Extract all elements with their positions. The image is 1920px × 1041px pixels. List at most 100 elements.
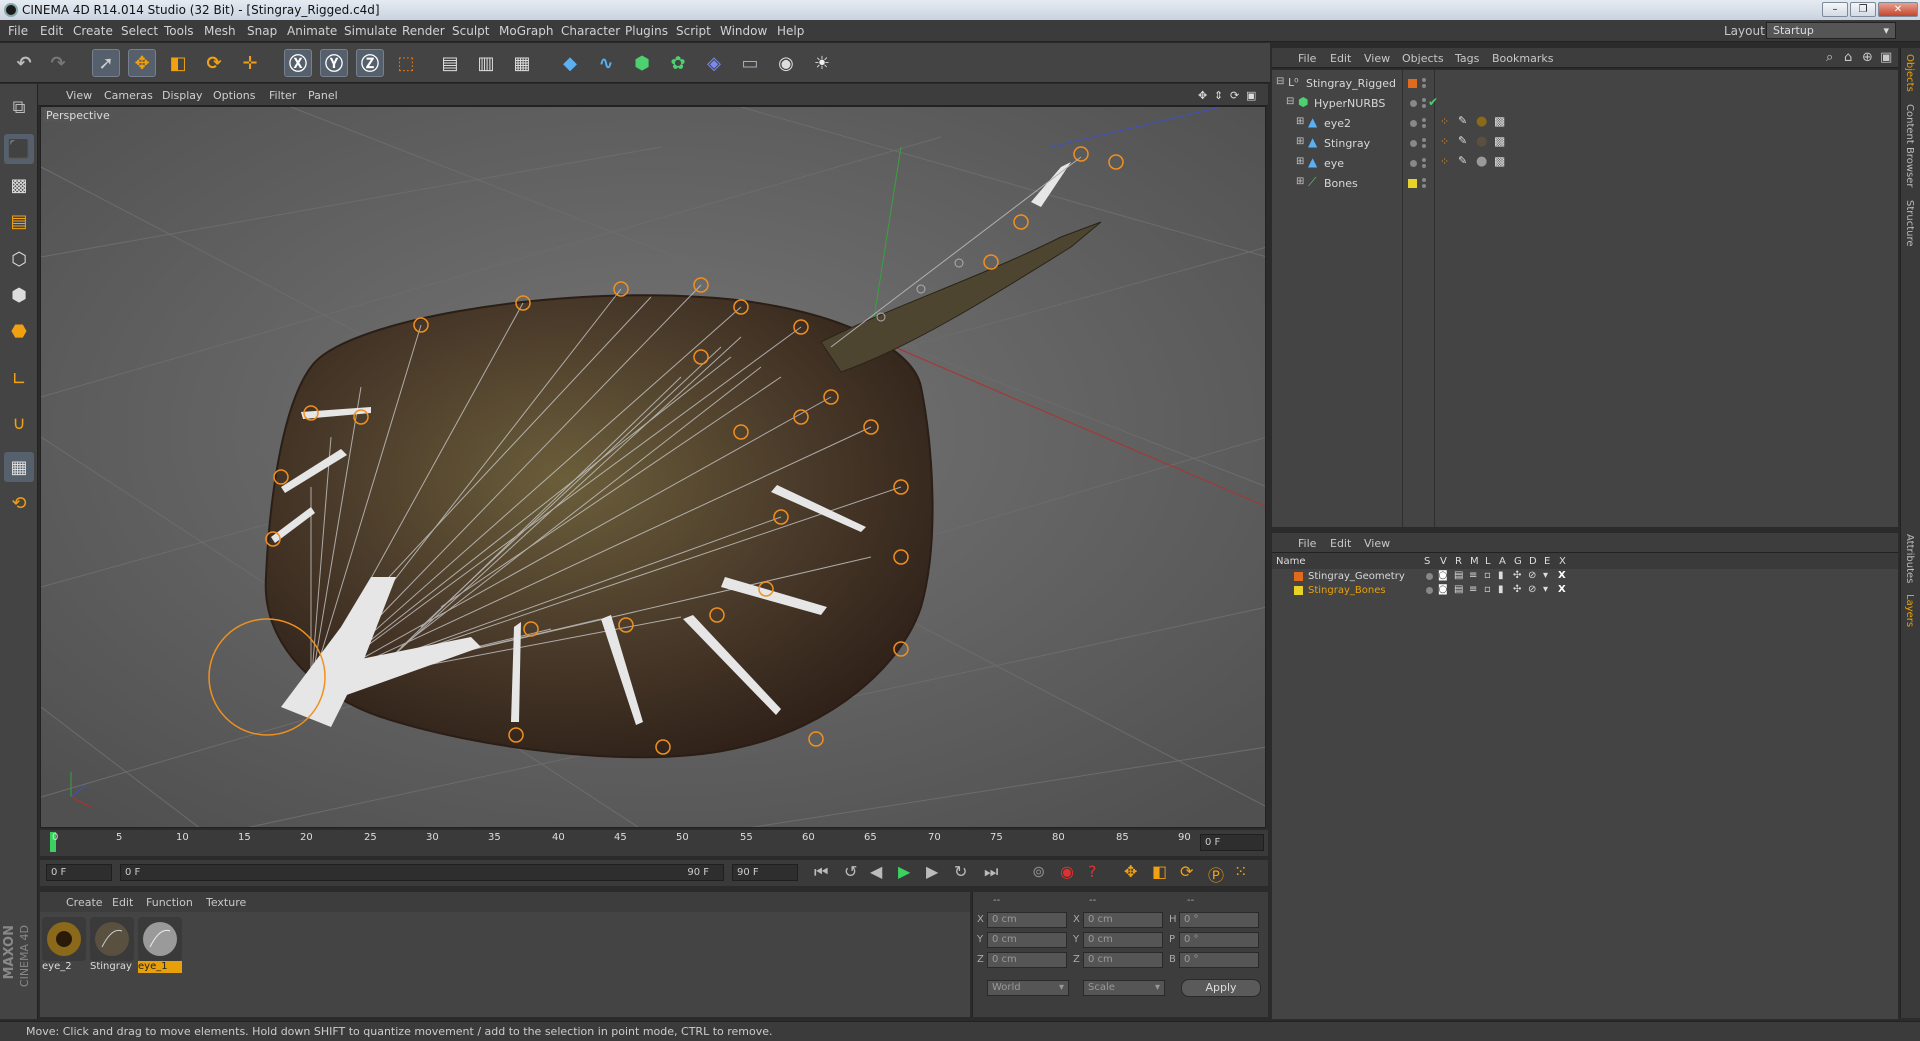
viewport-menu-panel[interactable]: Panel (308, 89, 338, 102)
close-button[interactable]: ✕ (1878, 2, 1918, 17)
object-menu-view[interactable]: View (1364, 52, 1390, 65)
menu-tools[interactable]: Tools (164, 24, 194, 38)
next-frame-icon[interactable]: ▶ (926, 862, 938, 881)
coordinate-system-select[interactable]: World ▾ (987, 980, 1069, 996)
object-row-bones[interactable]: ⊞ ⟋ Bones (1272, 174, 1898, 193)
y-axis-lock-icon[interactable]: Ⓨ (320, 49, 348, 77)
rotate-icon[interactable]: ⟳ (200, 49, 228, 77)
layer-menu-view[interactable]: View (1364, 537, 1390, 550)
menu-edit[interactable]: Edit (40, 24, 63, 38)
size-y-field[interactable]: 0 cm (1083, 932, 1163, 948)
search-icon[interactable]: ⌕ (1826, 50, 1833, 65)
material-tag-icon[interactable]: ● (1476, 154, 1487, 169)
scale-icon[interactable]: ◧ (164, 49, 192, 77)
array-icon[interactable]: ✿ (664, 49, 692, 77)
render-toggle-icon[interactable]: ▤ (1454, 584, 1463, 595)
model-mode-icon[interactable]: ⬛ (4, 134, 34, 164)
layout-select[interactable]: Startup ▾ (1766, 22, 1896, 39)
expand-icon[interactable]: ⊞ (1296, 176, 1304, 187)
viewport-menu-display[interactable]: Display (162, 89, 203, 102)
manager-toggle-icon[interactable]: ≡ (1469, 570, 1477, 581)
rot-h-field[interactable]: 0 ° (1179, 912, 1259, 928)
render-visibility-dot[interactable] (1422, 84, 1426, 88)
layer-color-swatch[interactable] (1294, 586, 1303, 595)
deformer-toggle-icon[interactable]: ⊘ (1528, 570, 1536, 581)
weight-tag-icon[interactable]: ⁘ (1440, 115, 1449, 128)
menu-script[interactable]: Script (676, 24, 711, 38)
tab-attributes[interactable]: Attributes (1904, 534, 1915, 583)
render-view-icon[interactable]: ▤ (436, 49, 464, 77)
expression-toggle-icon[interactable]: ▾ (1543, 584, 1548, 595)
menu-window[interactable]: Window (720, 24, 767, 38)
edges-mode-icon[interactable]: ⬢ (4, 280, 34, 310)
layer-color-swatch[interactable] (1408, 179, 1417, 188)
material-eye-2[interactable]: eye_2 (42, 917, 86, 973)
start-frame-field[interactable]: 0 F (46, 864, 112, 881)
menu-character[interactable]: Character (561, 24, 620, 38)
texture-mode-icon[interactable]: ▩ (4, 170, 34, 200)
menu-mograph[interactable]: MoGraph (499, 24, 554, 38)
menu-snap[interactable]: Snap (247, 24, 277, 38)
layer-row-stingray-geometry[interactable]: Stingray_Geometry ◙ ▤ ≡ ▫ ▮ ✣ ⊘ ▾ X (1272, 570, 1898, 584)
manager-toggle-icon[interactable]: ≡ (1469, 584, 1477, 595)
deformer-toggle-icon[interactable]: ⊘ (1528, 584, 1536, 595)
viewport-camera-label[interactable]: Perspective (44, 109, 112, 122)
enabled-check-icon[interactable]: ✔ (1428, 95, 1438, 109)
size-x-field[interactable]: 0 cm (1083, 912, 1163, 928)
rot-b-field[interactable]: 0 ° (1179, 952, 1259, 968)
view-toggle-icon[interactable]: ◙ (1438, 570, 1448, 581)
render-visibility-dot[interactable] (1422, 184, 1426, 188)
object-row-eye2[interactable]: ⊞ ▲ eye2 ⁘ ✎ ● ▩ (1272, 114, 1898, 133)
generator-toggle-icon[interactable]: ✣ (1513, 584, 1521, 595)
live-selection-icon[interactable]: ➚ (92, 49, 120, 77)
next-key-icon[interactable]: ↻ (954, 862, 967, 881)
x-axis-lock-icon[interactable]: Ⓧ (284, 49, 312, 77)
collapse-icon[interactable]: ⊟ (1276, 76, 1284, 87)
menu-select[interactable]: Select (121, 24, 158, 38)
material-tag-icon[interactable]: ● (1476, 114, 1487, 129)
animation-toggle-icon[interactable]: ▮ (1498, 570, 1504, 581)
3d-viewport[interactable]: Perspective (40, 106, 1266, 828)
material-menu-edit[interactable]: Edit (112, 896, 133, 909)
menu-plugins[interactable]: Plugins (625, 24, 668, 38)
undo-icon[interactable]: ↶ (10, 49, 38, 77)
new-view-icon[interactable]: ⊕ (1862, 50, 1873, 65)
tab-content-browser[interactable]: Content Browser (1904, 104, 1915, 187)
viewport-navigate-icon[interactable]: ✥ (1198, 89, 1207, 102)
expand-icon[interactable]: ⊞ (1296, 156, 1304, 167)
render-visibility-dot[interactable] (1422, 124, 1426, 128)
menu-animate[interactable]: Animate (287, 24, 337, 38)
subdivision-surface-icon[interactable]: ⬢ (628, 49, 656, 77)
key-scale-icon[interactable]: ◧ (1152, 862, 1167, 881)
deformer-icon[interactable]: ◈ (700, 49, 728, 77)
material-menu-function[interactable]: Function (146, 896, 193, 909)
editor-visibility-dot[interactable] (1422, 78, 1426, 82)
light-icon[interactable]: ☀ (808, 49, 836, 77)
pos-x-field[interactable]: 0 cm (987, 912, 1067, 928)
key-rotation-icon[interactable]: ⟳ (1180, 862, 1193, 881)
object-menu-edit[interactable]: Edit (1330, 52, 1351, 65)
viewport-menu-cameras[interactable]: Cameras (104, 89, 153, 102)
layer-menu-edit[interactable]: Edit (1330, 537, 1351, 550)
object-row-stingray-rigged[interactable]: ⊟ L⁰ Stingray_Rigged (1272, 74, 1898, 93)
go-to-start-icon[interactable]: ⏮ (814, 862, 828, 882)
move-icon[interactable]: ✥ (128, 49, 156, 77)
object-menu-tags[interactable]: Tags (1455, 52, 1479, 65)
render-picture-viewer-icon[interactable]: ▥ (472, 49, 500, 77)
viewport-menu-options[interactable]: Options (213, 89, 255, 102)
material-tag-icon[interactable]: ● (1476, 134, 1487, 149)
size-mode-select[interactable]: Scale ▾ (1083, 980, 1165, 996)
apply-button[interactable]: Apply (1181, 979, 1261, 997)
minimize-button[interactable]: – (1822, 2, 1848, 17)
home-icon[interactable]: ⌂ (1844, 50, 1852, 65)
object-row-hypernurbs[interactable]: ⊟ ⬢ HyperNURBS ✔ (1272, 94, 1898, 113)
layer-dot[interactable] (1410, 160, 1417, 167)
viewport-rotate-icon[interactable]: ⟳ (1230, 89, 1239, 102)
material-stingray[interactable]: Stingray (90, 917, 134, 973)
solo-toggle[interactable] (1426, 573, 1433, 580)
lock-toggle-icon[interactable]: ▫ (1484, 584, 1491, 595)
viewport-zoom-icon[interactable]: ⇕ (1214, 89, 1223, 102)
auto-keying-icon[interactable]: ◉ (1060, 862, 1074, 881)
view-toggle-icon[interactable]: ◙ (1438, 584, 1448, 595)
lock-workplane-icon[interactable]: ▦ (4, 452, 34, 482)
